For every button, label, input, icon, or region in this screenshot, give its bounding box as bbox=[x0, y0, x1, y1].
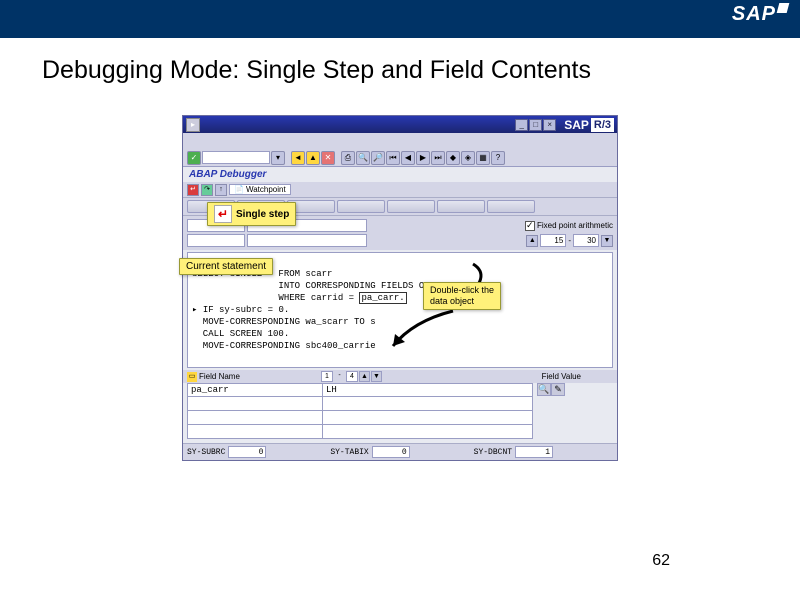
debugger-title: ABAP Debugger bbox=[183, 167, 617, 182]
standard-toolbar: ✓ ▾ ◄ ▲ ✕ ⎙ 🔍 🔎 ⏮ ◀ ▶ ⏭ ◆ ◈ ▦ ? bbox=[183, 149, 617, 167]
back-icon[interactable]: ◄ bbox=[291, 151, 305, 165]
include-name-field[interactable] bbox=[247, 234, 367, 247]
change-icon[interactable]: ✎ bbox=[551, 383, 565, 396]
page-number: 62 bbox=[652, 552, 670, 570]
sy-subrc-value: 0 bbox=[228, 446, 266, 458]
highlighted-variable[interactable]: pa_carr. bbox=[359, 292, 406, 304]
callout-current-text: Current statement bbox=[186, 261, 266, 272]
brand-text: SAP bbox=[564, 118, 589, 132]
variable-grid: pa_carr LH 🔍 ✎ bbox=[187, 383, 613, 439]
table-row bbox=[187, 397, 613, 411]
step-over-icon[interactable]: ↷ bbox=[201, 184, 213, 196]
sy-dbcnt-label: SY-DBCNT bbox=[474, 448, 512, 457]
view-btn-7[interactable] bbox=[487, 200, 535, 213]
line-nav-up-icon[interactable]: ▲ bbox=[526, 235, 538, 247]
table-row bbox=[187, 411, 613, 425]
sy-tabix-value: 0 bbox=[372, 446, 410, 458]
callout-single-step: ↵ Single step bbox=[207, 202, 296, 226]
tool-icon-3[interactable]: ▦ bbox=[476, 151, 490, 165]
nav-to[interactable] bbox=[346, 371, 358, 382]
view-btn-6[interactable] bbox=[437, 200, 485, 213]
detail-icon[interactable]: 🔍 bbox=[537, 383, 551, 396]
print-icon[interactable]: ⎙ bbox=[341, 151, 355, 165]
exit-icon[interactable]: ▲ bbox=[306, 151, 320, 165]
command-field[interactable] bbox=[202, 151, 270, 164]
sy-tabix-label: SY-TABIX bbox=[330, 448, 368, 457]
field-name-cell[interactable] bbox=[187, 397, 323, 411]
tool-icon-2[interactable]: ◈ bbox=[461, 151, 475, 165]
callout-dblclick-text: Double-click the data object bbox=[430, 285, 494, 306]
dropdown-icon[interactable]: ▾ bbox=[271, 151, 285, 165]
logo-square bbox=[777, 3, 790, 13]
logo-text: SAP bbox=[732, 3, 776, 25]
line-from-field[interactable] bbox=[540, 234, 566, 247]
step-out-icon[interactable]: ↑ bbox=[215, 184, 227, 196]
watchpoint-label: Watchpoint bbox=[246, 185, 286, 194]
last-page-icon[interactable]: ⏭ bbox=[431, 151, 445, 165]
first-page-icon[interactable]: ⏮ bbox=[386, 151, 400, 165]
sy-dbcnt-value: 1 bbox=[515, 446, 553, 458]
callout-current-statement: Current statement bbox=[179, 258, 273, 275]
window-controls: _ □ × bbox=[515, 119, 556, 131]
window-titlebar: ▸ _ □ × SAP R/3 bbox=[183, 116, 617, 133]
enter-icon[interactable]: ✓ bbox=[187, 151, 201, 165]
sap-logo: SAP bbox=[732, 3, 788, 26]
table-row: pa_carr LH 🔍 ✎ bbox=[187, 383, 613, 397]
tool-icon-1[interactable]: ◆ bbox=[446, 151, 460, 165]
r3-badge: R/3 bbox=[591, 118, 614, 132]
sy-subrc-label: SY-SUBRC bbox=[187, 448, 225, 457]
line-nav-down-icon[interactable]: ▼ bbox=[601, 235, 613, 247]
document-icon: 📄 bbox=[234, 185, 244, 194]
find-icon[interactable]: 🔍 bbox=[356, 151, 370, 165]
watchpoint-button[interactable]: 📄 Watchpoint bbox=[229, 184, 291, 195]
field-value-cell[interactable] bbox=[323, 425, 533, 439]
field-name-header: Field Name bbox=[199, 372, 319, 381]
code-line-5: MOVE-CORRESPONDING wa_scarr TO s bbox=[192, 317, 376, 327]
system-fields-row: SY-SUBRC0 SY-TABIX0 SY-DBCNT1 bbox=[183, 443, 617, 460]
variable-table-header: ▭ Field Name - ▲ ▼ Field Value bbox=[183, 370, 617, 383]
find-next-icon[interactable]: 🔎 bbox=[371, 151, 385, 165]
nav-down-icon[interactable]: ▼ bbox=[371, 371, 382, 382]
table-row bbox=[187, 425, 613, 439]
nav-up-icon[interactable]: ▲ bbox=[359, 371, 370, 382]
menubar bbox=[183, 133, 617, 149]
row-navigator: - ▲ ▼ bbox=[321, 371, 382, 382]
fixed-point-checkbox[interactable] bbox=[525, 221, 535, 231]
code-line-6: CALL SCREEN 100. bbox=[192, 329, 289, 339]
debugger-toolbar: ↵ ↷ ↑ 📄 Watchpoint bbox=[183, 182, 617, 198]
include-label-field bbox=[187, 234, 245, 247]
slide-title: Debugging Mode: Single Step and Field Co… bbox=[42, 56, 758, 85]
callout-double-click: Double-click the data object bbox=[423, 282, 501, 310]
next-page-icon[interactable]: ▶ bbox=[416, 151, 430, 165]
field-value-cell[interactable]: LH bbox=[323, 383, 533, 397]
callout-single-step-text: Single step bbox=[236, 209, 289, 220]
slide-content: Debugging Mode: Single Step and Field Co… bbox=[0, 38, 800, 461]
code-line-7: MOVE-CORRESPONDING sbc400_carrie bbox=[192, 341, 376, 351]
field-value-header: Field Value bbox=[542, 372, 581, 381]
step-into-icon[interactable]: ↵ bbox=[187, 184, 199, 196]
minimize-icon[interactable]: _ bbox=[515, 119, 528, 131]
field-value-cell[interactable] bbox=[323, 397, 533, 411]
view-btn-5[interactable] bbox=[387, 200, 435, 213]
field-value-cell[interactable] bbox=[323, 411, 533, 425]
field-name-cell[interactable] bbox=[187, 411, 323, 425]
fixed-point-label: Fixed point arithmetic bbox=[537, 221, 613, 230]
step-icon: ↵ bbox=[214, 205, 232, 223]
view-btn-4[interactable] bbox=[337, 200, 385, 213]
nav-from[interactable] bbox=[321, 371, 333, 382]
slide-header: SAP bbox=[0, 0, 800, 38]
code-line-4: IF sy-subrc = 0. bbox=[203, 305, 289, 315]
system-menu-icon[interactable]: ▸ bbox=[186, 118, 200, 132]
field-name-cell[interactable]: pa_carr bbox=[187, 383, 323, 397]
table-icon: ▭ bbox=[187, 372, 197, 382]
tool-icon-4[interactable]: ? bbox=[491, 151, 505, 165]
prev-page-icon[interactable]: ◀ bbox=[401, 151, 415, 165]
cancel-icon[interactable]: ✕ bbox=[321, 151, 335, 165]
sap-window: ▸ _ □ × SAP R/3 ✓ ▾ ◄ ▲ ✕ ⎙ 🔍 🔎 ⏮ ◀ bbox=[182, 115, 618, 461]
field-name-cell[interactable] bbox=[187, 425, 323, 439]
code-line-3: WHERE carrid = bbox=[192, 293, 359, 303]
close-icon[interactable]: × bbox=[543, 119, 556, 131]
line-to-field[interactable] bbox=[573, 234, 599, 247]
maximize-icon[interactable]: □ bbox=[529, 119, 542, 131]
